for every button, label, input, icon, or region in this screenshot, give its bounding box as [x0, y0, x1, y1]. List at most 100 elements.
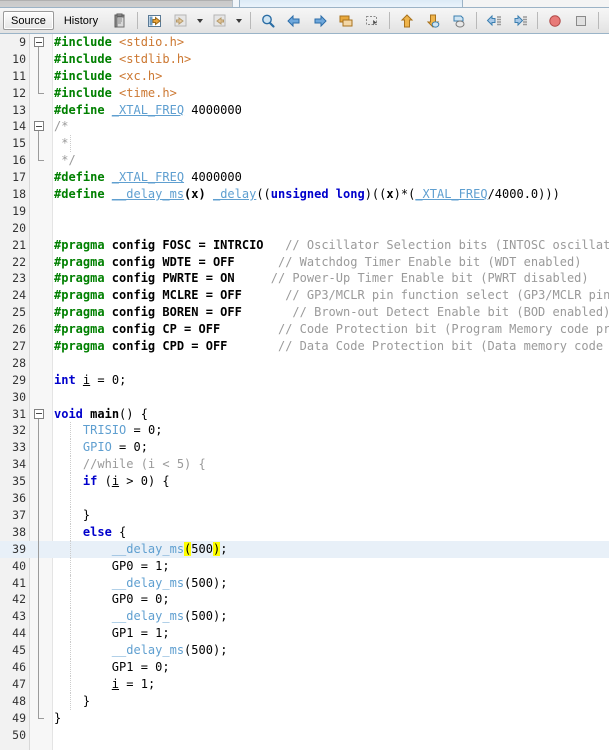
- source-toggle[interactable]: Source: [3, 11, 54, 30]
- code-line[interactable]: 11#include <xc.h>: [0, 68, 609, 85]
- code-line[interactable]: 37 }: [0, 507, 609, 524]
- code-token: 500: [191, 643, 213, 657]
- code-line[interactable]: 20: [0, 220, 609, 237]
- code-line[interactable]: 40 GP0 = 1;: [0, 558, 609, 575]
- code-line[interactable]: 18#define __delay_ms(x) _delay((unsigned…: [0, 186, 609, 203]
- code-line[interactable]: 28: [0, 355, 609, 372]
- code-token: ;: [162, 660, 169, 674]
- code-line[interactable]: 47 i = 1;: [0, 676, 609, 693]
- fold-guide: [30, 507, 52, 524]
- back-icon[interactable]: [169, 9, 193, 32]
- indent-guide: [70, 608, 71, 625]
- code-line[interactable]: 32 TRISIO = 0;: [0, 422, 609, 439]
- code-line[interactable]: 29int i = 0;: [0, 372, 609, 389]
- code-line[interactable]: 49}: [0, 710, 609, 727]
- forward-icon[interactable]: [208, 9, 232, 32]
- code-line[interactable]: 13#define _XTAL_FREQ 4000000: [0, 102, 609, 119]
- code-line[interactable]: 24#pragma config MCLRE = OFF // GP3/MCLR…: [0, 287, 609, 304]
- comment-icon[interactable]: [604, 9, 609, 32]
- forward-dropdown-icon[interactable]: [233, 10, 244, 31]
- back-dropdown-icon[interactable]: [194, 10, 205, 31]
- code-line[interactable]: 48 }: [0, 693, 609, 710]
- code-line[interactable]: 35 if (i > 0) {: [0, 473, 609, 490]
- code-line[interactable]: 23#pragma config PWRTE = ON // Power-Up …: [0, 270, 609, 287]
- indent-guide: [70, 659, 71, 676]
- code-token: // Power-Up Timer Enable bit (PWRT disab…: [271, 271, 589, 285]
- last-edit-icon[interactable]: [143, 9, 167, 32]
- code-line[interactable]: 19: [0, 203, 609, 220]
- next-bookmark-icon[interactable]: [308, 9, 332, 32]
- code-line[interactable]: 22#pragma config WDTE = OFF // Watchdog …: [0, 254, 609, 271]
- line-number: 50: [0, 727, 26, 744]
- code-line[interactable]: 50: [0, 727, 609, 744]
- code-line[interactable]: 17 #define _XTAL_FREQ 4000000: [0, 169, 609, 186]
- code-line[interactable]: 21#pragma config FOSC = INTRCIO // Oscil…: [0, 237, 609, 254]
- line-number: 39: [0, 541, 26, 558]
- code-line[interactable]: 42 GP0 = 0;: [0, 591, 609, 608]
- code-line[interactable]: 44 GP1 = 1;: [0, 625, 609, 642]
- code-token: */: [54, 153, 76, 167]
- code-token: /: [488, 187, 495, 201]
- code-text: if (i > 0) {: [54, 473, 609, 490]
- code-line[interactable]: 33 GPIO = 0;: [0, 439, 609, 456]
- fold-guide: [30, 625, 52, 642]
- code-token: {: [112, 525, 126, 539]
- code-line[interactable]: 43 __delay_ms(500);: [0, 608, 609, 625]
- line-number: 34: [0, 456, 26, 473]
- code-line[interactable]: 25#pragma config BOREN = OFF // Brown-ou…: [0, 304, 609, 321]
- code-line[interactable]: 31void main() {: [0, 406, 609, 423]
- code-text: #define __delay_ms(x) _delay((unsigned l…: [54, 186, 609, 203]
- code-line[interactable]: 45 __delay_ms(500);: [0, 642, 609, 659]
- line-number: 29: [0, 372, 26, 389]
- code-line[interactable]: 36: [0, 490, 609, 507]
- code-rows: 9#include <stdio.h>10#include <stdlib.h>…: [0, 34, 609, 743]
- indent-guide: [70, 422, 71, 439]
- editor-tab-active[interactable]: [239, 0, 463, 7]
- toggle-rectangular-selection-icon[interactable]: [360, 9, 384, 32]
- line-number: 9: [0, 34, 26, 51]
- code-line[interactable]: 14/*: [0, 118, 609, 135]
- code-line[interactable]: 46 GP1 = 0;: [0, 659, 609, 676]
- indent-guide: [70, 676, 71, 693]
- line-number: 28: [0, 355, 26, 372]
- fold-toggle-icon[interactable]: [30, 406, 52, 423]
- previous-error-icon[interactable]: [395, 9, 419, 32]
- code-token: #pragma: [54, 322, 112, 336]
- code-line[interactable]: 30: [0, 389, 609, 406]
- code-line[interactable]: 41 __delay_ms(500);: [0, 575, 609, 592]
- code-line[interactable]: 9#include <stdio.h>: [0, 34, 609, 51]
- code-token: [264, 238, 286, 252]
- shift-left-icon[interactable]: [482, 9, 506, 32]
- toggle-bookmark-icon[interactable]: [334, 9, 358, 32]
- start-macro-recording-icon[interactable]: [543, 9, 567, 32]
- code-line[interactable]: 15 *: [0, 135, 609, 152]
- code-line[interactable]: 16 */: [0, 152, 609, 169]
- paste-icon[interactable]: [108, 9, 132, 32]
- next-bookmark-2-icon[interactable]: [447, 9, 471, 32]
- line-number: 12: [0, 85, 26, 102]
- code-line[interactable]: 27#pragma config CPD = OFF // Data Code …: [0, 338, 609, 355]
- editor-tab-inactive[interactable]: [0, 0, 233, 8]
- code-line[interactable]: 34 //while (i < 5) {: [0, 456, 609, 473]
- code-editor[interactable]: 9#include <stdio.h>10#include <stdlib.h>…: [0, 34, 609, 750]
- code-token: [227, 339, 278, 353]
- code-text: #pragma config FOSC = INTRCIO // Oscilla…: [54, 237, 609, 254]
- code-text: #define _XTAL_FREQ 4000000: [54, 169, 609, 186]
- code-line[interactable]: 12#include <time.h>: [0, 85, 609, 102]
- indent-guide: [70, 575, 71, 592]
- code-line[interactable]: 10#include <stdlib.h>: [0, 51, 609, 68]
- code-line[interactable]: 26#pragma config CP = OFF // Code Protec…: [0, 321, 609, 338]
- history-toggle[interactable]: History: [56, 11, 106, 30]
- code-line[interactable]: 38 else {: [0, 524, 609, 541]
- find-selection-icon[interactable]: [256, 9, 280, 32]
- stop-macro-recording-icon[interactable]: [569, 9, 593, 32]
- code-token: __delay_ms: [112, 609, 184, 623]
- next-error-icon[interactable]: [421, 9, 445, 32]
- previous-bookmark-icon[interactable]: [282, 9, 306, 32]
- fold-toggle-icon[interactable]: [30, 34, 52, 51]
- code-line[interactable]: 39 __delay_ms(500);: [0, 541, 609, 558]
- code-token: ;: [162, 559, 169, 573]
- line-number: 17: [0, 169, 26, 186]
- fold-toggle-icon[interactable]: [30, 118, 52, 135]
- shift-right-icon[interactable]: [508, 9, 532, 32]
